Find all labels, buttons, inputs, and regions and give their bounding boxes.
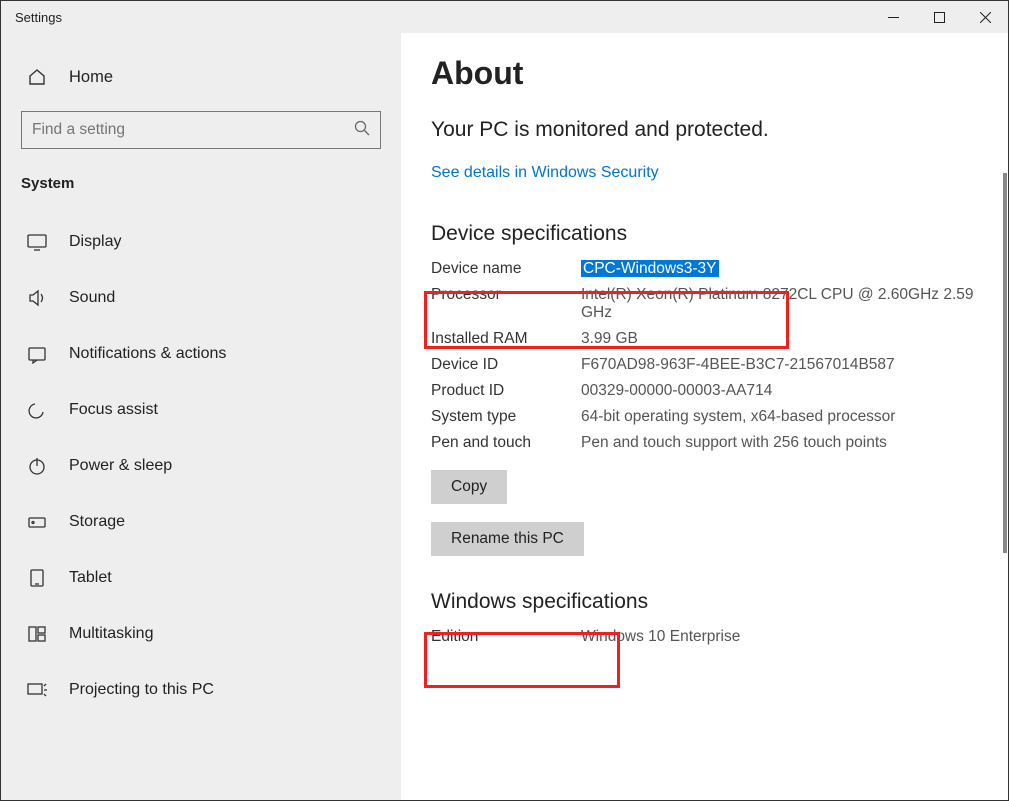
device-name-highlight[interactable]: CPC-Windows3-3Y: [581, 260, 719, 277]
multitasking-icon: [27, 624, 47, 644]
sidebar-item-notifications[interactable]: Notifications & actions: [1, 336, 401, 372]
spec-label-systype: System type: [431, 408, 581, 426]
sidebar-item-power[interactable]: Power & sleep: [1, 448, 401, 484]
spec-value-edition: Windows 10 Enterprise: [581, 628, 978, 646]
minimize-button[interactable]: [870, 1, 916, 33]
sidebar-item-projecting[interactable]: Projecting to this PC: [1, 672, 401, 708]
sidebar: Home System Display Sound: [1, 33, 401, 800]
home-icon: [27, 67, 47, 87]
main-content: About Your PC is monitored and protected…: [401, 33, 1008, 800]
sidebar-item-label: Focus assist: [69, 401, 158, 419]
sidebar-item-multitasking[interactable]: Multitasking: [1, 616, 401, 652]
spec-value-pen: Pen and touch support with 256 touch poi…: [581, 434, 978, 452]
sidebar-item-label: Power & sleep: [69, 457, 172, 475]
focus-assist-icon: [27, 400, 47, 420]
power-icon: [27, 456, 47, 476]
sidebar-item-label: Storage: [69, 513, 125, 531]
sidebar-item-focus-assist[interactable]: Focus assist: [1, 392, 401, 428]
rename-button[interactable]: Rename this PC: [431, 522, 584, 556]
sidebar-item-label: Display: [69, 233, 121, 251]
windows-spec-table: Edition Windows 10 Enterprise: [431, 628, 978, 646]
sidebar-item-tablet[interactable]: Tablet: [1, 560, 401, 596]
sidebar-item-label: Sound: [69, 289, 115, 307]
sidebar-item-label: Tablet: [69, 569, 112, 587]
titlebar: Settings: [1, 1, 1008, 33]
device-spec-heading: Device specifications: [431, 222, 978, 246]
device-spec-table: Device name CPC-Windows3-3Y Processor In…: [431, 260, 978, 452]
spec-label-ram: Installed RAM: [431, 330, 581, 348]
spec-value-productid: 00329-00000-00003-AA714: [581, 382, 978, 400]
spec-value-processor: Intel(R) Xeon(R) Platinum 8272CL CPU @ 2…: [581, 286, 978, 322]
search-input[interactable]: [32, 121, 354, 139]
home-label: Home: [69, 68, 113, 87]
copy-button[interactable]: Copy: [431, 470, 507, 504]
spec-label-productid: Product ID: [431, 382, 581, 400]
scrollbar[interactable]: [1003, 173, 1007, 553]
sidebar-item-sound[interactable]: Sound: [1, 280, 401, 316]
sound-icon: [27, 288, 47, 308]
sidebar-category: System: [1, 161, 401, 200]
spec-value-systype: 64-bit operating system, x64-based proce…: [581, 408, 978, 426]
home-nav[interactable]: Home: [1, 57, 401, 97]
sidebar-item-label: Projecting to this PC: [69, 681, 214, 699]
spec-value-ram: 3.99 GB: [581, 330, 978, 348]
maximize-button[interactable]: [916, 1, 962, 33]
spec-label-edition: Edition: [431, 628, 581, 646]
spec-label-pen: Pen and touch: [431, 434, 581, 452]
protect-status: Your PC is monitored and protected.: [431, 118, 978, 142]
sidebar-item-label: Multitasking: [69, 625, 153, 643]
spec-value-deviceid: F670AD98-963F-4BEE-B3C7-21567014B587: [581, 356, 978, 374]
spec-label-device-name: Device name: [431, 260, 581, 278]
spec-value-device-name: CPC-Windows3-3Y: [581, 260, 978, 278]
window-title: Settings: [15, 10, 870, 25]
security-link[interactable]: See details in Windows Security: [431, 164, 659, 182]
display-icon: [27, 232, 47, 252]
projecting-icon: [27, 680, 47, 700]
search-input-wrap[interactable]: [21, 111, 381, 149]
sidebar-item-label: Notifications & actions: [69, 345, 226, 363]
windows-spec-heading: Windows specifications: [431, 590, 978, 614]
sidebar-item-storage[interactable]: Storage: [1, 504, 401, 540]
spec-label-deviceid: Device ID: [431, 356, 581, 374]
close-button[interactable]: [962, 1, 1008, 33]
notifications-icon: [27, 344, 47, 364]
search-icon: [354, 120, 370, 141]
page-title: About: [431, 55, 978, 92]
sidebar-item-display[interactable]: Display: [1, 224, 401, 260]
spec-label-processor: Processor: [431, 286, 581, 322]
tablet-icon: [27, 568, 47, 588]
storage-icon: [27, 512, 47, 532]
